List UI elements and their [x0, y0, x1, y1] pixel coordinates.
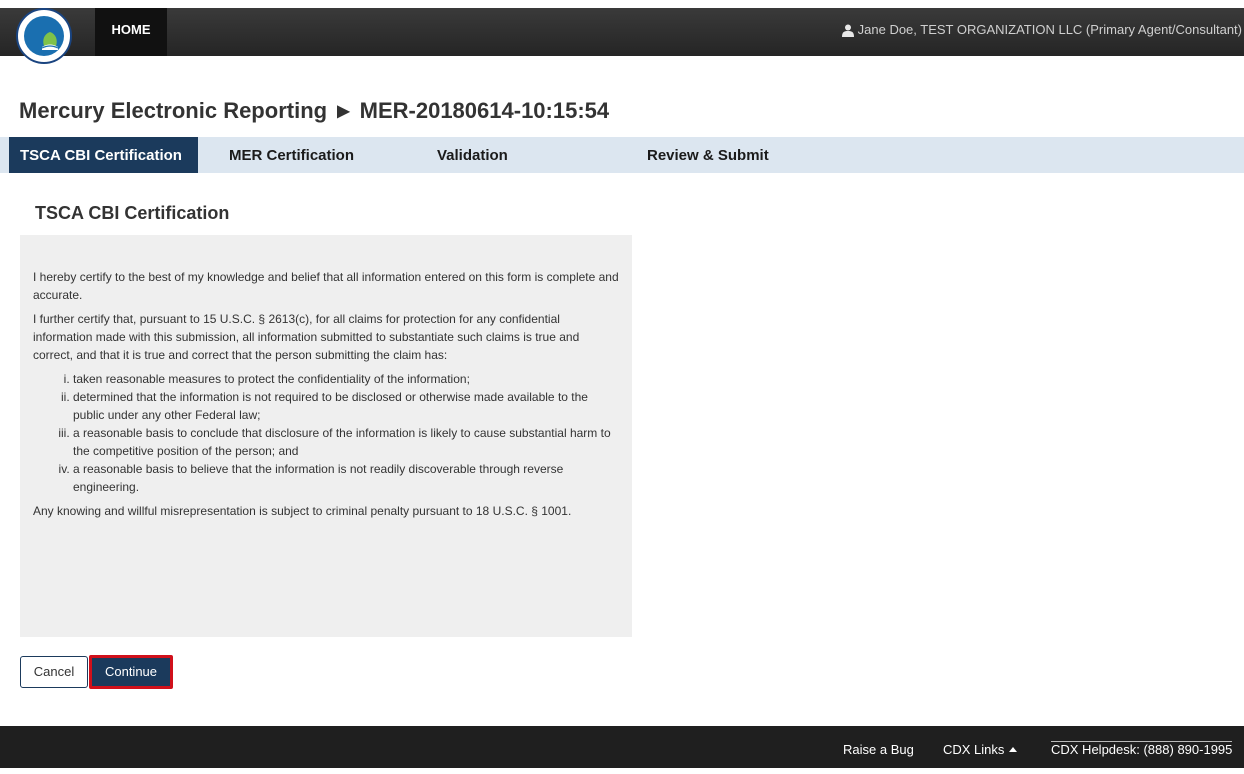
raise-bug-link[interactable]: Raise a Bug: [843, 726, 914, 768]
section-title: TSCA CBI Certification: [35, 203, 230, 223]
continue-button[interactable]: Continue: [89, 655, 173, 689]
top-navbar: HOME Jane Doe, TEST ORGANIZATION LLC (Pr…: [0, 0, 1244, 64]
tab-validation[interactable]: Validation: [437, 137, 508, 173]
list-item: determined that the information is not r…: [73, 388, 619, 424]
epa-logo[interactable]: [16, 8, 72, 64]
list-item: a reasonable basis to believe that the i…: [73, 460, 619, 496]
user-name-text: Jane Doe, TEST ORGANIZATION LLC (Primary…: [857, 22, 1242, 37]
breadcrumb-separator-icon: ▶: [337, 103, 350, 120]
leaf-icon: [41, 32, 59, 50]
tab-mer-certification[interactable]: MER Certification: [229, 137, 354, 173]
cdx-helpdesk-label: CDX Helpdesk: (888) 890-1995: [1051, 741, 1233, 757]
certification-paragraph-3: Any knowing and willful misrepresentatio…: [33, 504, 572, 518]
tab-review-submit[interactable]: Review & Submit: [647, 137, 769, 173]
cdx-links-menu[interactable]: CDX Links: [943, 726, 1018, 768]
certification-panel: I hereby certify to the best of my knowl…: [20, 235, 632, 637]
list-item: taken reasonable measures to protect the…: [73, 370, 619, 388]
record-id: MER-20180614-10:15:54: [359, 98, 610, 123]
certification-paragraph-2: I further certify that, pursuant to 15 U…: [33, 312, 580, 362]
footer: Raise a Bug CDX Links CDX Helpdesk: (888…: [0, 726, 1244, 768]
wizard-tabs: TSCA CBI Certification MER Certification…: [0, 137, 1244, 173]
cdx-links-label: CDX Links: [943, 742, 1005, 757]
user-menu[interactable]: Jane Doe, TEST ORGANIZATION LLC (Primary…: [841, 8, 1242, 56]
cancel-button[interactable]: Cancel: [20, 656, 88, 688]
app-title: Mercury Electronic Reporting: [19, 98, 328, 123]
tab-tsca-cbi-certification[interactable]: TSCA CBI Certification: [9, 137, 198, 173]
certification-list: taken reasonable measures to protect the…: [33, 370, 619, 496]
certification-paragraph-1: I hereby certify to the best of my knowl…: [33, 270, 619, 302]
page-title: Mercury Electronic Reporting ▶ MER-20180…: [19, 98, 609, 124]
caret-up-icon: [1009, 747, 1018, 752]
user-icon: [841, 24, 854, 38]
logo-seal: [24, 16, 64, 56]
cdx-helpdesk-link[interactable]: CDX Helpdesk: (888) 890-1995: [1051, 726, 1233, 768]
list-item: a reasonable basis to conclude that disc…: [73, 424, 619, 460]
home-tab[interactable]: HOME: [95, 8, 167, 56]
